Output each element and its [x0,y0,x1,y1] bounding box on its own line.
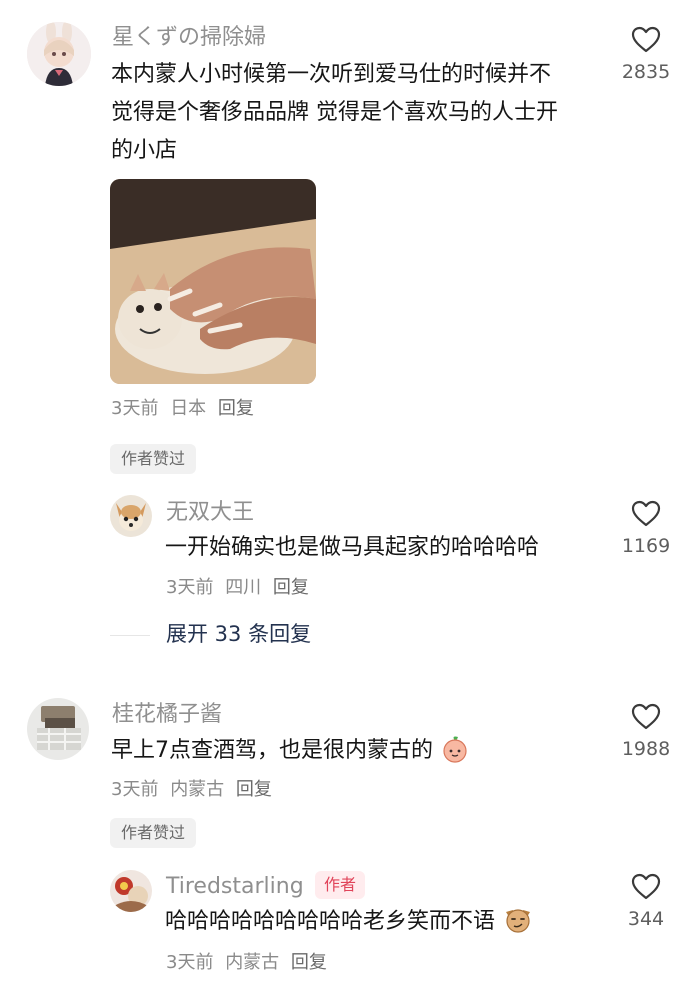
like-button[interactable]: 2835 [606,26,686,82]
avatar[interactable] [110,495,152,537]
like-count: 1988 [621,738,671,760]
reply-button[interactable]: 回复 [291,952,327,973]
reply-time: 3天前 [166,577,214,598]
like-button[interactable]: 1169 [606,500,686,556]
like-count: 2835 [621,61,671,83]
reply-meta: 3天前 内蒙古 回复 [166,954,333,972]
author-liked-badge: 作者赞过 [110,818,197,848]
expand-replies-button[interactable]: 展开 33 条回复 [166,624,311,645]
reply-text: 哈哈哈哈哈哈哈哈哈老乡笑而不语 [165,903,533,941]
avatar[interactable] [110,870,152,912]
author-liked-badge: 作者赞过 [110,444,197,474]
comment-text: 早上7点查酒驾，也是很内蒙古的 [111,732,469,770]
expand-divider [110,635,150,636]
username[interactable]: 星くずの掃除婦 [112,27,266,49]
like-count: 1169 [621,535,671,557]
avatar[interactable] [27,698,89,760]
reply-location: 四川 [225,577,262,598]
comment-text-line: 的小店 [111,138,178,163]
comment-text-line: 觉得是个奢侈品品牌 觉得是个喜欢马的人士开 [111,100,558,125]
comment-text-line: 本内蒙人小时候第一次听到爱马仕的时候并不 [111,62,552,87]
reply-location: 内蒙古 [225,952,280,973]
comment-meta: 3天前 内蒙古 回复 [111,781,278,799]
comment-meta: 3天前 日本 回复 [111,400,260,418]
reply-button[interactable]: 回复 [218,398,254,419]
like-count: 344 [627,908,665,930]
avatar[interactable] [27,22,91,86]
comment-time: 3天前 [111,779,159,800]
heart-outline-icon [631,500,661,527]
dog-smirk-emoji-icon [506,909,531,933]
comment-time: 3天前 [111,398,159,419]
like-button[interactable]: 1988 [606,703,686,759]
comment-image[interactable] [110,179,316,384]
comment-text: 本内蒙人小时候第一次听到爱马仕的时候并不 觉得是个奢侈品品牌 觉得是个喜欢马的人… [111,56,558,170]
reply-button[interactable]: 回复 [236,779,272,800]
comment-location: 日本 [170,398,207,419]
heart-outline-icon [631,26,661,53]
heart-outline-icon [631,873,661,900]
username[interactable]: Tiredstarling [166,876,304,898]
comment-location: 内蒙古 [170,779,225,800]
reply-button[interactable]: 回复 [273,577,309,598]
username[interactable]: 桂花橘子酱 [112,704,222,726]
username[interactable]: 无双大王 [166,502,254,524]
reply-meta: 3天前 四川 回复 [166,579,315,597]
peach-emoji-icon [443,736,467,763]
reply-text: 一开始确实也是做马具起家的哈哈哈哈 [165,535,540,560]
reply-time: 3天前 [166,952,214,973]
like-button[interactable]: 344 [606,873,686,929]
author-tag: 作者 [315,871,366,899]
heart-outline-icon [631,703,661,730]
